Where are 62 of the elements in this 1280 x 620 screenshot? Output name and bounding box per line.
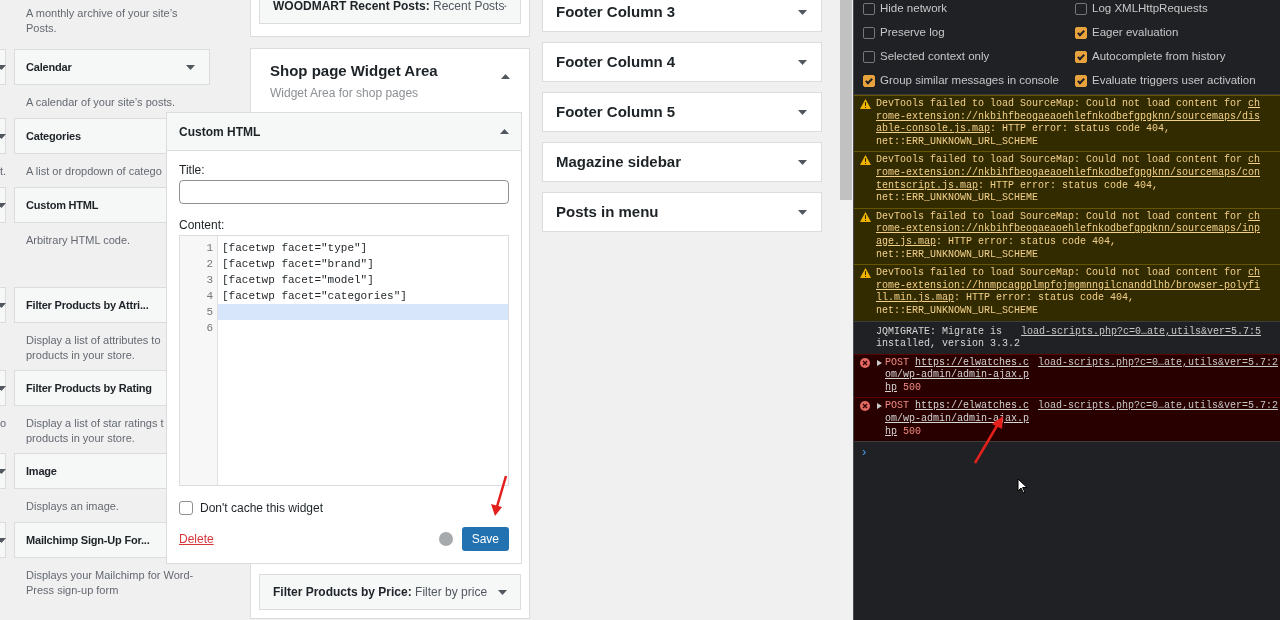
- widget-description: t.: [0, 165, 7, 177]
- console-message: DevTools failed to load SourceMap: Could not load content for chrome-extension://nkbihfbeogaeaoehlefnkodbefgpgknn/sourcemaps/disable-console.js.map: HTTP error: status code 404, net::ERR_UNKNOWN_URL_SCHEME: [876, 98, 1261, 149]
- widget-title: Custom HTML: [179, 123, 261, 141]
- line-number: 5: [206, 306, 213, 318]
- console-message: POST https://elwatches.com/wp-admin/admin-ajax.php 500: [885, 356, 1031, 395]
- code-line[interactable]: [facetwp facet="brand"]: [218, 256, 508, 272]
- widget-box[interactable]: Calendar: [14, 49, 210, 85]
- code-line[interactable]: [facetwp facet="type"]: [218, 240, 508, 256]
- save-button[interactable]: Save: [461, 527, 509, 551]
- setting-checkbox[interactable]: Eager evaluation: [1075, 21, 1280, 45]
- widget-description: Arbitrary HTML code.: [25, 233, 131, 248]
- widget-box[interactable]: Mailchimp Sign-Up For...: [14, 522, 166, 558]
- area-title: Shop page Widget Area: [270, 61, 438, 81]
- widget-description: Display a list of attributes to products in your store.: [25, 333, 161, 363]
- setting-checkbox[interactable]: Preserve log: [863, 21, 1075, 45]
- console-message: POST https://elwatches.com/wp-admin/admin-ajax.php 500: [885, 400, 1031, 439]
- widget-description: A monthly archive of your site’s Posts.: [25, 6, 178, 36]
- console-message: JQMIGRATE: Migrate is installed, version 3.3.2: [876, 325, 1021, 350]
- widget-box[interactable]: Categories: [14, 118, 166, 154]
- console-message: DevTools failed to load SourceMap: Could not load content for chrome-extension://hnmpcagpplmpfojmgmnngilcnanddlhb/browser-polyfill.min.js.map: HTTP error: status code 404, net::ERR_UNKNOWN_URL_SCHEME: [876, 267, 1261, 318]
- setting-checkbox[interactable]: Selected context only: [863, 45, 1075, 69]
- setting-checkbox[interactable]: Evaluate triggers user activation: [1075, 69, 1280, 93]
- widget-box[interactable]: Custom HTML: [14, 187, 166, 223]
- setting-checkbox[interactable]: Log XMLHttpRequests: [1075, 0, 1280, 21]
- widget-box[interactable]: WOODMART Recent Posts: Recent Posts: [259, 0, 521, 24]
- console-prompt[interactable]: ›: [862, 444, 867, 460]
- code-line[interactable]: [facetwp facet="model"]: [218, 272, 508, 288]
- line-number: 4: [206, 290, 213, 302]
- widget-description: A calendar of your site’s posts.: [25, 95, 175, 110]
- setting-checkbox[interactable]: Hide network: [863, 0, 1075, 21]
- sidebar-box[interactable]: Footer Column 4: [542, 42, 822, 82]
- sidebar-box[interactable]: Footer Column 3: [542, 0, 822, 32]
- checkbox-label: Don't cache this widget: [200, 500, 324, 517]
- console-message: DevTools failed to load SourceMap: Could not load content for chrome-extension://nkbihfbeogaeaoehlefnkodbefgpgknn/sourcemaps/inpage.js.map: HTTP error: status code 404, net::ERR_UNKNOWN_URL_SCHEME: [876, 210, 1261, 262]
- line-number: 3: [206, 274, 213, 286]
- widget-description: o: [0, 417, 7, 429]
- widget-description: Display a list of star ratings t products in your store.: [25, 416, 164, 446]
- line-number: 2: [206, 258, 213, 270]
- widget-box[interactable]: Image: [14, 453, 166, 489]
- console-message: DevTools failed to load SourceMap: Could not load content for chrome-extension://nkbihfbeogaeaoehlefnkodbefgpgknn/sourcemaps/contentscript.js.map: HTTP error: status code 404, net::ERR_UNKNOWN_URL_SCHEME: [876, 154, 1261, 205]
- setting-checkbox[interactable]: Autocomplete from history: [1075, 45, 1280, 69]
- code-line[interactable]: [facetwp facet="categories"]: [218, 288, 508, 304]
- sidebar-box[interactable]: Magazine sidebar: [542, 142, 822, 182]
- widget-box[interactable]: Filter Products by Attri...: [14, 287, 166, 323]
- delete-link[interactable]: Delete: [179, 530, 214, 548]
- widget-description: A list or dropdown of catego: [25, 164, 162, 179]
- line-number: 6: [206, 322, 213, 334]
- field-label: Content:: [179, 218, 226, 233]
- widget-box[interactable]: Filter Products by Rating: [14, 370, 166, 406]
- source-link[interactable]: load-scripts.php?c=0…ate,utils&ver=5.7:2: [1037, 356, 1278, 370]
- source-link[interactable]: load-scripts.php?c=0…ate,utils&ver=5.7:5: [1020, 325, 1261, 339]
- setting-checkbox[interactable]: Group similar messages in console: [863, 69, 1075, 93]
- source-link[interactable]: load-scripts.php?c=0…ate,utils&ver=5.7:2: [1037, 400, 1278, 414]
- widget-box[interactable]: Filter Products by Price: Filter by price: [259, 574, 521, 610]
- line-number: 1: [206, 242, 213, 254]
- sidebar-box[interactable]: Posts in menu: [542, 192, 822, 232]
- widget-description: Displays an image.: [25, 499, 119, 514]
- field-label: Title:: [179, 163, 206, 178]
- area-description: Widget Area for shop pages: [270, 85, 420, 101]
- sidebar-box[interactable]: Footer Column 5: [542, 92, 822, 132]
- widget-description: Displays your Mailchimp for Word- Press sign-up form: [25, 568, 194, 598]
- code-editor[interactable]: 1 2 3 4 5 6 [facetwp facet="type"] [facetwp facet="brand"] [facetwp facet="model"] [facetwp facet="categories"]: [179, 235, 509, 486]
